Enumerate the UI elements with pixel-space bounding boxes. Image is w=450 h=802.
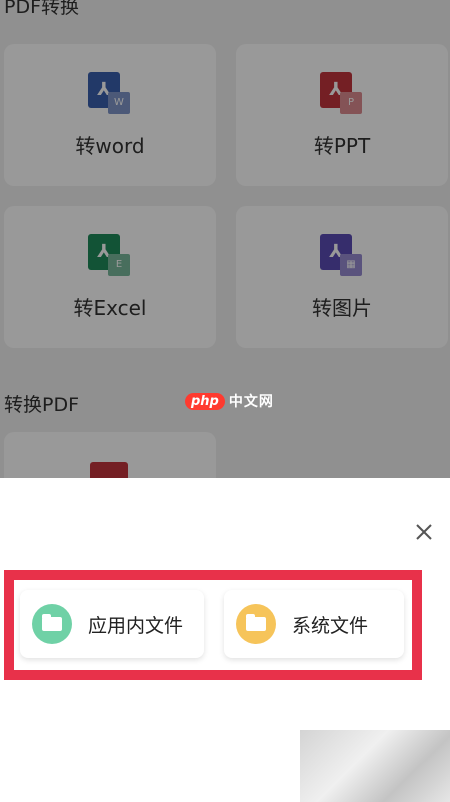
watermark: php 中文网 <box>185 390 274 412</box>
blurred-region <box>300 730 450 802</box>
watermark-text: 中文网 <box>228 394 274 410</box>
option-label: 系统文件 <box>292 614 369 637</box>
option-system-files[interactable]: 系统文件 <box>224 590 404 658</box>
option-app-files[interactable]: 应用内文件 <box>20 590 204 658</box>
folder-icon <box>32 604 72 644</box>
folder-icon <box>236 604 276 644</box>
close-icon[interactable] <box>412 520 436 544</box>
watermark-brand: php <box>185 392 225 410</box>
option-label: 应用内文件 <box>88 614 184 637</box>
